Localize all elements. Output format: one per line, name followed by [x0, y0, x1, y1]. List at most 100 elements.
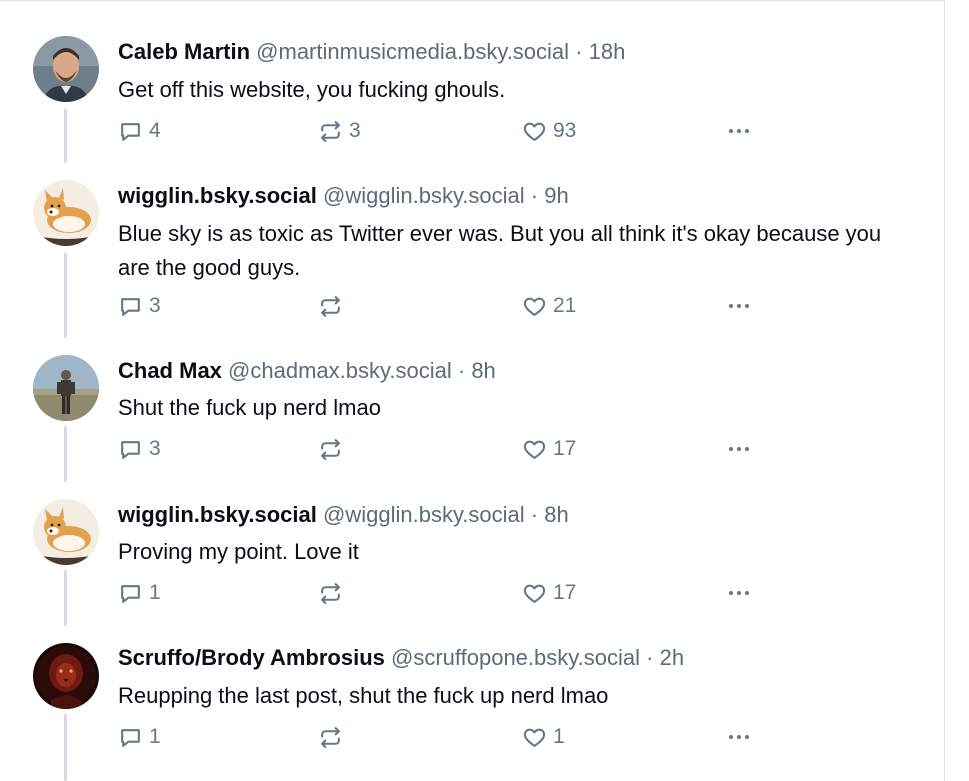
man-portrait-avatar-icon	[33, 36, 99, 102]
reply-icon	[121, 584, 140, 603]
author-name[interactable]: Scruffo/Brody Ambrosius	[118, 645, 385, 670]
repost-icon	[321, 295, 340, 317]
reply-icon	[121, 297, 140, 316]
post-actions: 1 17	[118, 578, 758, 608]
reply-icon	[121, 440, 140, 459]
corgi-avatar-icon	[33, 499, 99, 565]
avatar[interactable]	[33, 355, 99, 421]
thread-line	[64, 570, 67, 626]
reply-button[interactable]: 1	[118, 578, 161, 608]
post-header: Caleb Martin @martinmusicmedia.bsky.soci…	[118, 38, 625, 66]
separator-dot: ·	[530, 502, 539, 527]
like-count: 1	[553, 725, 565, 748]
like-count: 17	[553, 437, 577, 460]
post-time[interactable]: 9h	[544, 183, 568, 208]
red-lion-avatar-icon	[33, 643, 99, 709]
more-options-button[interactable]	[724, 722, 754, 752]
repost-button[interactable]	[318, 578, 349, 608]
post-time[interactable]: 8h	[544, 502, 568, 527]
avatar[interactable]	[33, 36, 99, 102]
post-header: wigglin.bsky.social @wigglin.bsky.social…	[118, 501, 569, 529]
post-time[interactable]: 2h	[660, 645, 684, 670]
repost-icon	[321, 726, 340, 748]
post-text: Proving my point. Love it	[118, 539, 359, 564]
more-options-button[interactable]	[724, 116, 754, 146]
author-handle[interactable]: @wigglin.bsky.social	[323, 502, 525, 527]
post-header: Scruffo/Brody Ambrosius @scruffopone.bsk…	[118, 644, 684, 672]
post-time[interactable]: 8h	[471, 358, 495, 383]
reply-count: 4	[149, 119, 161, 142]
post-text: Reupping the last post, shut the fuck up…	[118, 683, 609, 708]
heart-icon	[523, 440, 546, 459]
post-text: Get off this website, you fucking ghouls…	[118, 77, 506, 102]
repost-count: 3	[349, 119, 361, 142]
post-time[interactable]: 18h	[589, 39, 626, 64]
repost-button[interactable]	[318, 722, 349, 752]
like-button[interactable]: 21	[522, 291, 576, 321]
separator-dot: ·	[530, 183, 539, 208]
heart-icon	[523, 728, 546, 747]
repost-icon	[321, 438, 340, 460]
repost-icon	[321, 582, 340, 604]
reply-count: 3	[149, 294, 161, 317]
reply-count: 1	[149, 581, 161, 604]
desert-figure-avatar-icon	[33, 355, 99, 421]
like-count: 17	[553, 581, 577, 604]
thread-line	[64, 714, 67, 781]
post-text: Shut the fuck up nerd lmao	[118, 395, 381, 420]
more-options-button[interactable]	[724, 291, 754, 321]
more-options-button[interactable]	[724, 578, 754, 608]
post-actions: 3 17	[118, 434, 758, 464]
author-handle[interactable]: @martinmusicmedia.bsky.social	[256, 39, 569, 64]
reply-icon	[121, 122, 140, 141]
more-dots-icon	[729, 735, 749, 739]
post-actions: 4 3 93	[118, 116, 758, 146]
more-dots-icon	[729, 129, 749, 133]
repost-button[interactable]	[318, 291, 349, 321]
author-handle[interactable]: @wigglin.bsky.social	[323, 183, 525, 208]
author-handle[interactable]: @scruffopone.bsky.social	[391, 645, 640, 670]
reply-icon	[121, 728, 140, 747]
more-options-button[interactable]	[724, 434, 754, 464]
more-dots-icon	[729, 591, 749, 595]
thread-line	[64, 426, 67, 482]
avatar[interactable]	[33, 643, 99, 709]
avatar[interactable]	[33, 499, 99, 565]
heart-icon	[523, 122, 546, 141]
author-handle[interactable]: @chadmax.bsky.social	[228, 358, 452, 383]
separator-dot: ·	[646, 645, 654, 670]
heart-icon	[523, 297, 546, 316]
post-text: Blue sky is as toxic as Twitter ever was…	[118, 221, 882, 280]
repost-button[interactable]	[318, 434, 349, 464]
reply-count: 1	[149, 725, 161, 748]
post-header: wigglin.bsky.social @wigglin.bsky.social…	[118, 182, 569, 210]
author-name[interactable]: wigglin.bsky.social	[118, 183, 317, 208]
repost-icon	[321, 120, 340, 142]
like-button[interactable]: 17	[522, 434, 576, 464]
like-button[interactable]: 1	[522, 722, 565, 752]
reply-button[interactable]: 4	[118, 116, 161, 146]
more-dots-icon	[729, 304, 749, 308]
like-count: 93	[553, 119, 577, 142]
corgi-avatar-icon	[33, 180, 99, 246]
reply-button[interactable]: 3	[118, 291, 161, 321]
repost-button[interactable]: 3	[318, 116, 361, 146]
separator-dot: ·	[457, 358, 466, 383]
post-actions: 1 1	[118, 722, 758, 752]
author-name[interactable]: wigglin.bsky.social	[118, 502, 317, 527]
reply-button[interactable]: 3	[118, 434, 161, 464]
separator-dot: ·	[575, 39, 583, 64]
avatar[interactable]	[33, 180, 99, 246]
heart-icon	[523, 584, 546, 603]
author-name[interactable]: Chad Max	[118, 358, 222, 383]
more-dots-icon	[729, 447, 749, 451]
post-actions: 3 21	[118, 291, 758, 321]
like-button[interactable]: 17	[522, 578, 576, 608]
reply-button[interactable]: 1	[118, 722, 161, 752]
like-count: 21	[553, 294, 577, 317]
reply-count: 3	[149, 437, 161, 460]
post-header: Chad Max @chadmax.bsky.social · 8h	[118, 357, 496, 385]
thread-line	[64, 108, 67, 163]
like-button[interactable]: 93	[522, 116, 576, 146]
author-name[interactable]: Caleb Martin	[118, 39, 250, 64]
